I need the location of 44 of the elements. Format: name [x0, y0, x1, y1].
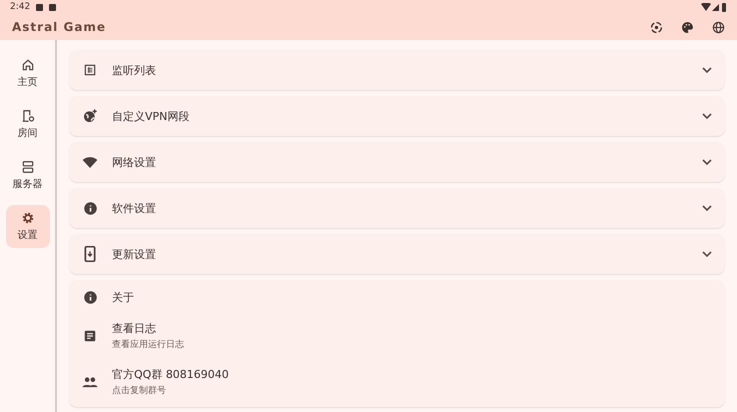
- section-title: 更新设置: [112, 246, 157, 262]
- section-title: 监听列表: [112, 62, 157, 78]
- globe-icon: [82, 108, 98, 124]
- settings-section[interactable]: 软件设置: [69, 188, 725, 228]
- section-title: 自定义VPN网段: [112, 108, 190, 124]
- section-title: 软件设置: [112, 200, 157, 216]
- status-icons: [701, 2, 727, 12]
- notification-icon: [49, 4, 56, 10]
- settings-section[interactable]: 更新设置: [69, 234, 725, 274]
- item-subtitle: 查看应用运行日志: [112, 338, 184, 351]
- info-icon: [82, 290, 98, 305]
- document-icon: [83, 329, 97, 343]
- server-icon: [20, 160, 34, 174]
- nav-item[interactable]: 设置: [6, 205, 50, 248]
- item-subtitle: 点击复制群号: [112, 384, 167, 397]
- nav-item[interactable]: 服务器: [6, 154, 50, 197]
- palette-icon[interactable]: [681, 20, 694, 34]
- clock: 2:42: [10, 2, 30, 12]
- wifi-icon: [82, 154, 98, 170]
- settings-section[interactable]: 监听列表: [69, 50, 725, 90]
- nav-item[interactable]: 房间: [6, 103, 50, 146]
- section-title: 关于: [112, 290, 134, 305]
- app-title: Astral Game: [12, 20, 108, 34]
- info-icon: [82, 200, 98, 216]
- item-title[interactable]: 官方QQ群 808169040: [112, 367, 229, 382]
- nav-item[interactable]: 主页: [6, 52, 50, 95]
- list-icon: [83, 63, 97, 77]
- chevron-icon: [702, 251, 712, 257]
- settings-section[interactable]: 网络设置: [69, 142, 725, 182]
- chevron-icon: [702, 205, 712, 211]
- phone-icon: [83, 246, 97, 262]
- chevron-icon: [702, 159, 712, 165]
- settings-icon: [20, 211, 34, 225]
- settings-section[interactable]: 自定义VPN网段: [69, 96, 725, 136]
- item-title[interactable]: 查看日志: [112, 321, 184, 336]
- home-icon: [20, 58, 34, 72]
- section-title: 网络设置: [112, 154, 157, 170]
- chevron-icon: [702, 113, 712, 119]
- door-gear-icon: [20, 109, 34, 123]
- sync-icon[interactable]: [650, 20, 663, 34]
- language-icon[interactable]: [712, 20, 725, 34]
- image-icon: [36, 4, 44, 10]
- people-icon: [82, 375, 98, 389]
- chevron-icon: [702, 67, 712, 73]
